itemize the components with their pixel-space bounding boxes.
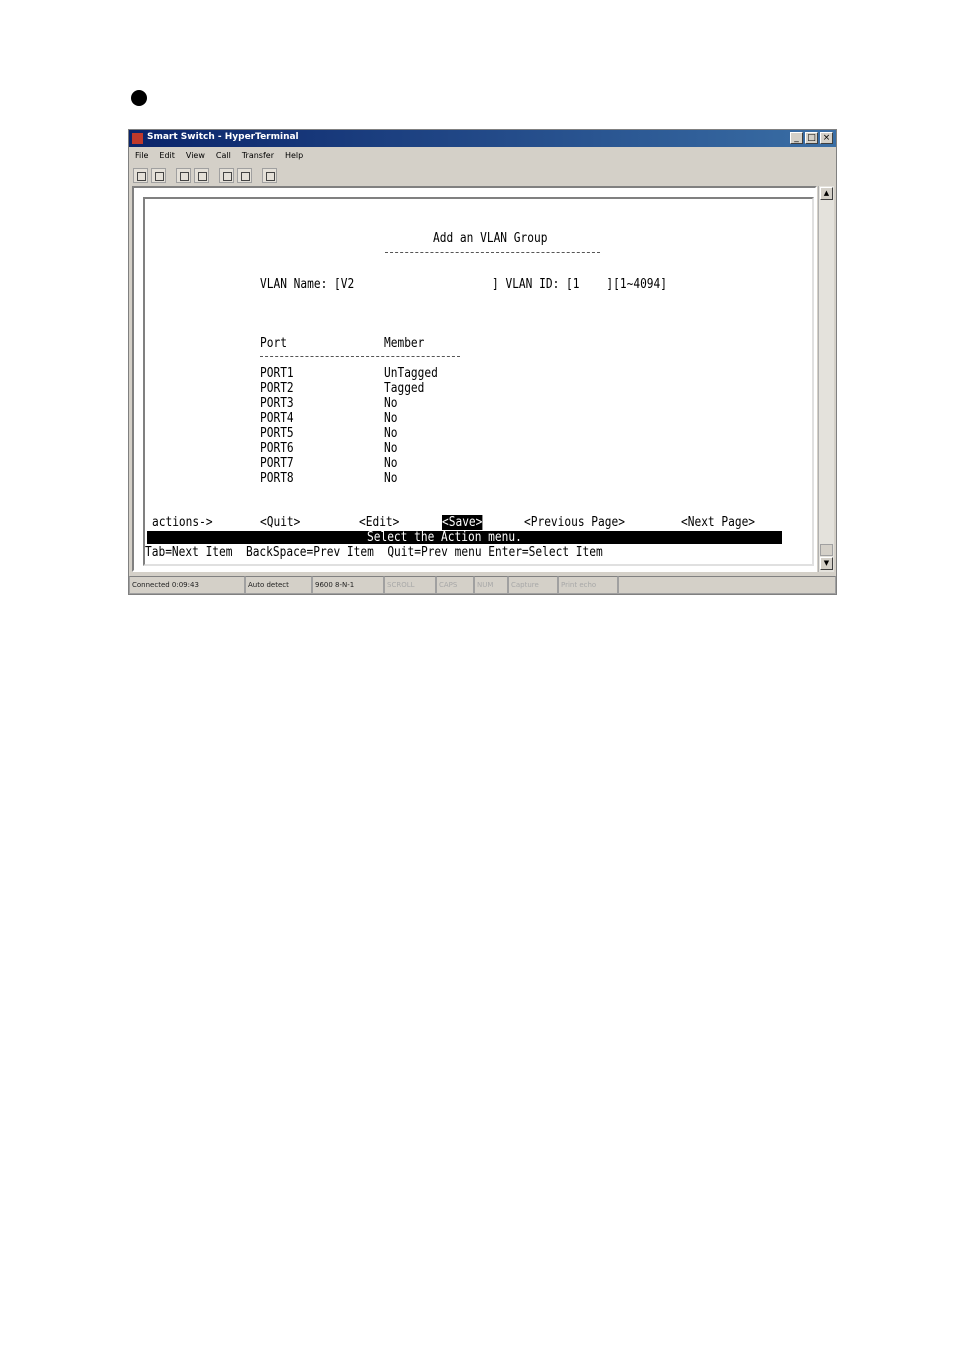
maximize-button[interactable]: □ bbox=[805, 132, 818, 144]
status-print-echo: Print echo bbox=[558, 576, 618, 594]
port-label: PORT8 bbox=[260, 471, 294, 486]
scroll-up-icon[interactable]: ▲ bbox=[820, 187, 833, 200]
status-baud: 9600 8-N-1 bbox=[312, 576, 384, 594]
status-bar: Connected 0:09:43 Auto detect 9600 8-N-1… bbox=[129, 576, 836, 594]
member-value[interactable]: Tagged bbox=[384, 381, 424, 396]
status-caps: CAPS bbox=[436, 576, 474, 594]
disconnect-icon[interactable] bbox=[194, 167, 209, 183]
connect-icon[interactable] bbox=[176, 167, 191, 183]
send-icon[interactable] bbox=[219, 167, 234, 183]
hint-text: Select the Action menu. bbox=[367, 530, 522, 545]
member-header: Member bbox=[384, 336, 425, 351]
app-icon bbox=[132, 133, 143, 144]
port-label: PORT3 bbox=[260, 396, 294, 411]
actions-label: actions-> bbox=[152, 515, 213, 530]
status-capture: Capture bbox=[508, 576, 558, 594]
status-scroll: SCROLL bbox=[384, 576, 436, 594]
port-label: PORT2 bbox=[260, 381, 294, 396]
window-title: Smart Switch - HyperTerminal bbox=[147, 132, 299, 142]
member-value[interactable]: No bbox=[384, 426, 397, 441]
menu-view[interactable]: View bbox=[186, 148, 205, 163]
member-value[interactable]: No bbox=[384, 456, 397, 471]
menu-transfer[interactable]: Transfer bbox=[242, 148, 274, 163]
vlan-name-field[interactable]: VLAN Name: [V2 bbox=[260, 277, 354, 292]
port-label: PORT6 bbox=[260, 441, 294, 456]
menu-bar: File Edit View Call Transfer Help bbox=[129, 148, 303, 163]
new-icon[interactable] bbox=[133, 167, 148, 183]
port-label: PORT1 bbox=[260, 366, 294, 381]
toolbar bbox=[133, 166, 277, 184]
close-button[interactable]: × bbox=[820, 132, 833, 144]
port-label: PORT5 bbox=[260, 426, 294, 441]
menu-call[interactable]: Call bbox=[216, 148, 231, 163]
edit-action[interactable]: <Edit> bbox=[359, 515, 399, 530]
status-num: NUM bbox=[474, 576, 508, 594]
title-bar[interactable]: Smart Switch - HyperTerminal _ □ × bbox=[129, 130, 836, 147]
help-line: Tab=Next Item BackSpace=Prev Item Quit=P… bbox=[145, 545, 603, 560]
open-icon[interactable] bbox=[151, 167, 166, 183]
menu-help[interactable]: Help bbox=[285, 148, 303, 163]
receive-icon[interactable] bbox=[237, 167, 252, 183]
properties-icon[interactable] bbox=[262, 167, 277, 183]
port-header: Port bbox=[260, 336, 287, 351]
previous-page-action[interactable]: <Previous Page> bbox=[524, 515, 625, 530]
quit-action[interactable]: <Quit> bbox=[260, 515, 300, 530]
port-label: PORT4 bbox=[260, 411, 294, 426]
member-value[interactable]: No bbox=[384, 396, 397, 411]
member-value[interactable]: UnTagged bbox=[384, 366, 438, 381]
member-value[interactable]: No bbox=[384, 471, 397, 486]
next-page-action[interactable]: <Next Page> bbox=[681, 515, 755, 530]
screen-title: Add an VLAN Group bbox=[433, 231, 548, 246]
status-connected: Connected 0:09:43 bbox=[129, 576, 245, 594]
port-label: PORT7 bbox=[260, 456, 294, 471]
bullet-dot bbox=[131, 90, 147, 106]
member-value[interactable]: No bbox=[384, 411, 397, 426]
title-underline bbox=[385, 252, 600, 253]
scroll-down-icon[interactable]: ▼ bbox=[820, 557, 833, 570]
vlan-id-field[interactable]: ] VLAN ID: [1 ][1~4094] bbox=[492, 277, 667, 292]
menu-edit[interactable]: Edit bbox=[159, 148, 175, 163]
menu-file[interactable]: File bbox=[135, 148, 148, 163]
scroll-thumb[interactable] bbox=[820, 544, 833, 556]
save-action[interactable]: <Save> bbox=[442, 515, 483, 530]
vertical-scrollbar[interactable]: ▲ ▼ bbox=[818, 186, 834, 572]
header-underline bbox=[260, 356, 460, 357]
member-value[interactable]: No bbox=[384, 441, 397, 456]
minimize-button[interactable]: _ bbox=[790, 132, 803, 144]
status-detect: Auto detect bbox=[245, 576, 312, 594]
